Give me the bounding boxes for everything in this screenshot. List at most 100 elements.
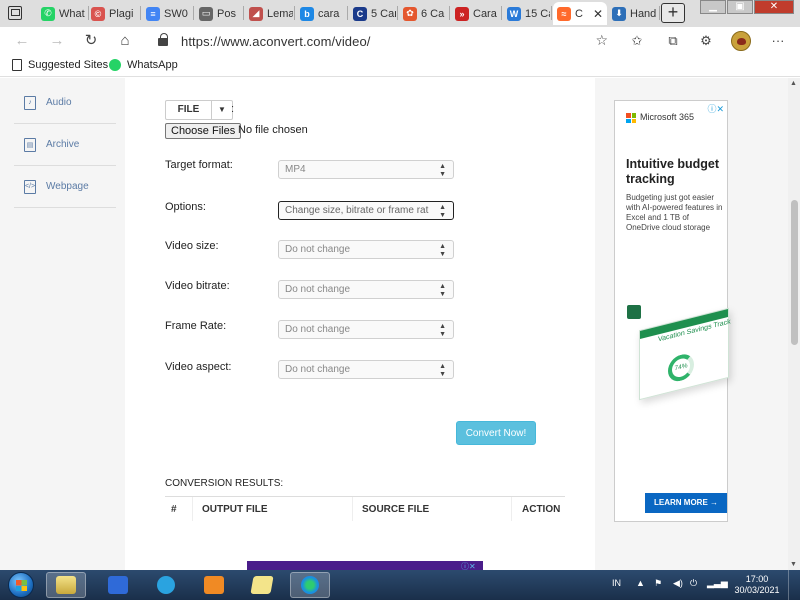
caret-down-icon[interactable]: ▼ [212,101,232,119]
browser-tab[interactable]: © Plagi [87,2,139,25]
browser-tab[interactable]: ⬇ Hand [608,2,658,25]
scrollbar-thumb[interactable] [791,200,798,345]
taskbar-telegram[interactable] [146,572,186,598]
taskbar-wps-writer[interactable] [98,572,138,598]
home-icon[interactable]: ⌂ [115,31,135,51]
url-text[interactable]: https://www.aconvert.com/video/ [181,34,371,49]
network-signal-icon[interactable]: ▂▃▅ [707,578,728,589]
address-bar[interactable]: https://www.aconvert.com/video/ ☆ [148,29,618,53]
browser-tab[interactable]: b cara [296,2,346,25]
sidebar-item-audio[interactable]: ♪ Audio [14,82,116,124]
select-arrows-icon: ▲ ▼ [439,283,446,298]
taskbar-sticky-notes[interactable] [242,572,282,598]
video-bitrate-label: Video bitrate: [165,280,230,292]
volume-icon[interactable]: ◀) [673,578,683,589]
browser-tab[interactable]: ✿ 6 Ca [399,2,448,25]
tab-favicon-icon: b [300,6,314,21]
browser-tab[interactable]: ◢ Lema [245,2,293,25]
target-format-label: Target format: [165,159,233,171]
minimize-button[interactable]: ▁ [700,0,726,14]
favorites-icon[interactable]: ✩ [629,33,645,49]
tab-favicon-icon: ◢ [249,6,263,21]
bookmark-suggested-sites[interactable]: Suggested Sites [12,59,108,71]
more-menu-icon[interactable]: ··· [770,33,786,49]
refresh-icon[interactable]: ↻ [81,31,101,51]
browser-tab[interactable]: ▭ Pos [195,2,242,25]
bottom-ad-banner[interactable] [247,561,483,570]
browser-tab[interactable]: ≡ SW0 [142,2,192,25]
bookmarks-bar: Suggested Sites WhatsApp [0,55,800,77]
browser-tab[interactable]: ✆ What [37,2,87,25]
scroll-up-icon[interactable]: ▲ [790,80,797,87]
collections-icon[interactable]: ⧉ [665,33,681,49]
tab-label: Lema [267,7,293,20]
tab-favicon-icon: ≡ [146,6,160,21]
tab-label: 6 Ca [421,7,445,20]
tab-label: C [575,7,583,20]
video-bitrate-select[interactable]: Do not change ▲ ▼ [278,280,454,299]
bookmark-whatsapp[interactable]: WhatsApp [109,59,178,71]
tab-label: Hand [630,7,657,20]
choose-files-button[interactable]: Choose Files [165,123,242,139]
video-size-select[interactable]: Do not change ▲ ▼ [278,240,454,259]
forward-arrow-icon[interactable]: → [47,31,67,51]
taskbar-media-player[interactable] [194,572,234,598]
video-aspect-select[interactable]: Do not change ▲ ▼ [278,360,454,379]
ad-headline: Intuitive budget tracking [626,157,720,186]
language-indicator[interactable]: IN [612,578,621,588]
taskbar-file-explorer[interactable] [46,572,86,598]
taskbar: IN ▲ ⚑ ◀) ⏻ ▂▃▅ 17:00 30/03/2021 [0,570,800,600]
select-arrows-icon: ▲ ▼ [439,243,446,258]
power-icon[interactable]: ⏻ [690,578,697,589]
select-arrows-icon: ▲ ▼ [439,204,446,219]
extensions-icon[interactable]: ⚙ [698,33,714,49]
media-player-icon [204,576,224,594]
browser-tab[interactable]: ≈ C ✕ [553,2,607,25]
browser-tab[interactable]: W 15 Ca [503,2,550,25]
start-button[interactable] [8,572,34,598]
new-tab-button[interactable]: + [661,3,685,23]
show-desktop-button[interactable] [788,570,800,600]
profile-avatar[interactable] [731,31,751,51]
column-header-action: ACTION [522,504,561,515]
video-size-label: Video size: [165,240,219,252]
back-arrow-icon[interactable]: ← [12,31,32,51]
browser-tab[interactable]: C 5 Car [349,2,396,25]
file-explorer-icon [56,576,76,594]
system-clock[interactable]: 17:00 30/03/2021 [732,574,782,596]
close-window-button[interactable]: ✕ [754,0,794,14]
browser-tab[interactable]: » Cara [451,2,500,25]
advertisement[interactable]: ⓘ✕ Microsoft 365 Intuitive budget tracki… [614,100,731,522]
column-header-output-file: OUTPUT FILE [202,504,268,515]
scroll-down-icon[interactable]: ▼ [790,561,797,568]
sidebar-item-archive[interactable]: ▤ Archive [14,124,116,166]
ad-close-icon[interactable]: ⓘ✕ [461,561,476,570]
tab-favicon-icon: » [455,6,469,21]
ad-body: Budgeting just got easier with AI-powere… [626,193,723,232]
sidebar-item-label: Audio [46,97,72,108]
action-center-flag-icon[interactable]: ⚑ [654,578,662,589]
add-favorite-icon[interactable]: ☆ [595,32,608,49]
maximize-button[interactable]: ▣ [727,0,753,14]
column-header-number: # [171,504,177,515]
tab-close-icon[interactable]: ✕ [593,7,603,21]
page-scrollbar[interactable]: ▲ ▼ [788,78,800,570]
frame-rate-select[interactable]: Do not change ▲ ▼ [278,320,454,339]
tab-label: 15 Ca [525,7,550,20]
bookmark-label: Suggested Sites [28,59,109,71]
lock-icon[interactable] [158,33,168,46]
excel-icon [627,305,641,319]
file-source-dropdown[interactable]: FILE ▼ [165,100,233,120]
tab-actions-icon[interactable] [8,6,22,20]
ad-choices-icon[interactable]: ⓘ✕ [707,102,724,115]
taskbar-edge[interactable] [290,572,330,598]
learn-more-button[interactable]: LEARN MORE → [645,493,727,513]
show-hidden-icons-icon[interactable]: ▲ [636,578,645,588]
sidebar: ♪ Audio ▤ Archive </> Webpage [14,82,116,208]
tab-favicon-icon: ✆ [41,6,55,21]
options-select[interactable]: Change size, bitrate or frame rat ▲ ▼ [278,201,454,220]
sidebar-item-webpage[interactable]: </> Webpage [14,166,116,208]
convert-now-button[interactable]: Convert Now! [456,421,536,445]
webpage-file-icon: </> [24,179,36,194]
target-format-select[interactable]: MP4 ▲ ▼ [278,160,454,179]
